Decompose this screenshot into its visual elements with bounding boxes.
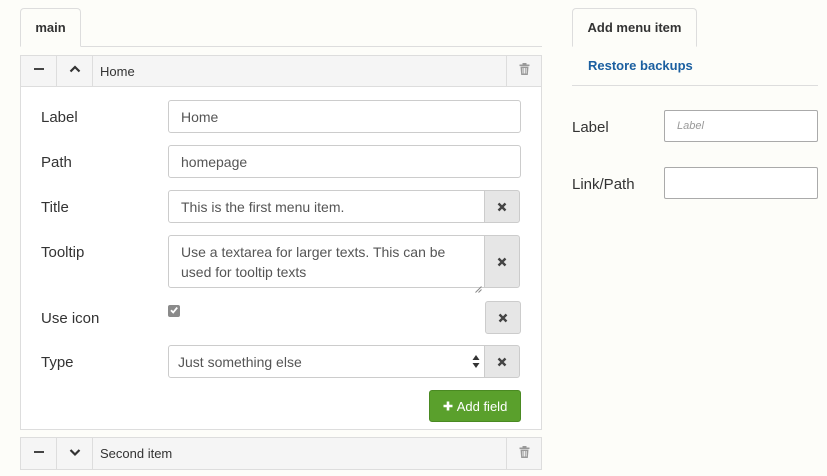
- type-select-value: Just something else: [178, 353, 302, 370]
- times-icon: [498, 310, 508, 326]
- remove-tooltip-button[interactable]: [484, 235, 520, 288]
- type-field-label: Type: [41, 354, 74, 371]
- remove-use-icon-button[interactable]: [485, 301, 521, 334]
- tab-main[interactable]: main: [20, 8, 81, 47]
- tab-add-menu-item-label: Add menu item: [587, 20, 682, 35]
- tab-main-label: main: [35, 20, 66, 35]
- trash-icon: [519, 62, 530, 80]
- menu-item-panel-second: Second item: [20, 437, 542, 470]
- menu-item-title[interactable]: Home: [93, 56, 506, 86]
- minus-icon: [33, 445, 45, 463]
- minus-icon: [33, 62, 45, 80]
- type-select[interactable]: Just something else: [168, 345, 485, 378]
- new-label-input[interactable]: Label: [664, 110, 818, 142]
- tooltip-text: Use a textarea for larger texts. This ca…: [181, 244, 446, 280]
- add-field-label: Add field: [456, 398, 508, 414]
- new-link-path-input[interactable]: [664, 167, 818, 199]
- remove-type-button[interactable]: [484, 345, 520, 378]
- label-input[interactable]: Home: [168, 100, 521, 133]
- times-icon: [497, 354, 507, 370]
- select-arrows-icon: [472, 354, 480, 369]
- title-input[interactable]: This is the first menu item.: [168, 190, 485, 223]
- delete-item-button[interactable]: [506, 56, 541, 86]
- tooltip-field-label: Tooltip: [41, 244, 85, 261]
- add-field-button[interactable]: Add field: [429, 390, 521, 422]
- collapse-button[interactable]: [21, 438, 57, 469]
- new-link-path-field-label: Link/Path: [572, 176, 635, 193]
- right-tab-bar: Add menu item: [572, 8, 818, 47]
- times-icon: [497, 254, 507, 270]
- path-field-label: Path: [41, 154, 72, 171]
- move-up-button[interactable]: [57, 56, 93, 86]
- resize-grip-icon[interactable]: [475, 278, 482, 293]
- path-input[interactable]: homepage: [168, 145, 521, 178]
- use-icon-field-label: Use icon: [41, 310, 100, 327]
- collapse-button[interactable]: [21, 56, 57, 86]
- check-icon: [169, 302, 179, 320]
- times-icon: [497, 199, 507, 215]
- restore-backups-link[interactable]: Restore backups: [588, 58, 693, 73]
- expand-button[interactable]: [57, 438, 93, 469]
- trash-icon: [519, 445, 530, 463]
- divider: [572, 85, 818, 86]
- tab-add-menu-item[interactable]: Add menu item: [572, 8, 697, 47]
- title-field-label: Title: [41, 199, 69, 216]
- chevron-up-icon: [69, 62, 81, 80]
- remove-title-button[interactable]: [484, 190, 520, 223]
- use-icon-checkbox[interactable]: [168, 305, 180, 317]
- menu-item-panel-home: Home Label Home Path homepage Title This…: [20, 55, 542, 430]
- chevron-down-icon: [69, 445, 81, 463]
- tab-bar: main: [20, 8, 542, 47]
- menu-item-header: Home: [21, 56, 541, 87]
- menu-item-title[interactable]: Second item: [93, 438, 506, 469]
- tooltip-textarea[interactable]: Use a textarea for larger texts. This ca…: [168, 235, 485, 293]
- new-label-field-label: Label: [572, 119, 609, 136]
- menu-item-header: Second item: [21, 438, 541, 469]
- delete-item-button[interactable]: [506, 438, 541, 469]
- label-field-label: Label: [41, 109, 78, 126]
- plus-icon: [443, 399, 453, 414]
